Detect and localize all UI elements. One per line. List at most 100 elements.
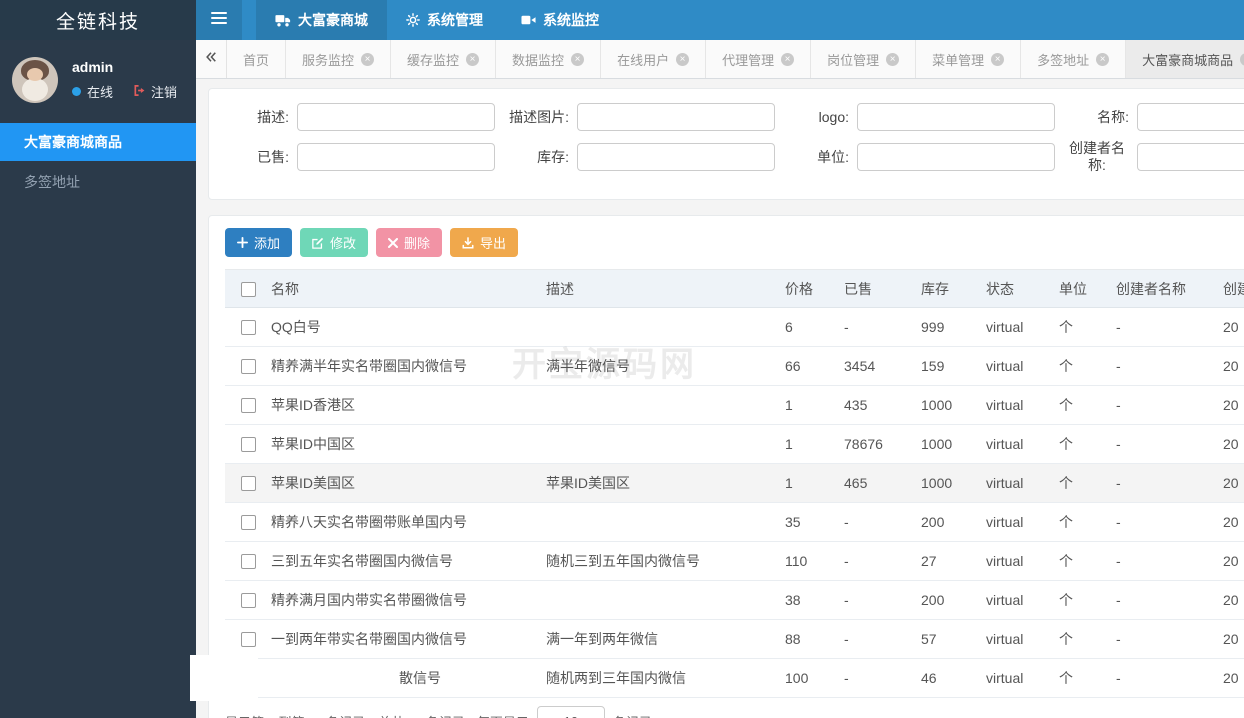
close-icon[interactable]: ×	[361, 52, 375, 66]
field-label: logo:	[818, 108, 849, 125]
table-panel: 添加修改删除导出 名称描述价格已售库存状态单位创建者名称创建时间 QQ白号6-9…	[208, 215, 1244, 718]
tab-item[interactable]: 首页	[227, 40, 287, 78]
column-header: 名称	[271, 269, 546, 308]
tab-item[interactable]: 多签地址 ×	[1021, 40, 1127, 78]
page-size-select[interactable]: 10	[536, 706, 605, 718]
row-checkbox[interactable]	[240, 320, 256, 336]
tab-label: 在线用户	[617, 52, 670, 68]
sidebar-item-multisig-address[interactable]: 多签地址	[0, 163, 196, 201]
row-checkbox[interactable]	[240, 476, 256, 492]
close-icon[interactable]: ×	[991, 52, 1005, 66]
delete-button[interactable]: 删除	[376, 228, 443, 257]
tab-label: 代理管理	[722, 52, 775, 68]
cell-unit: 个	[1059, 346, 1116, 386]
tab-item[interactable]: 缓存监控 ×	[391, 40, 497, 78]
table-row[interactable]: 三到五年实名带圈国内微信号 随机三到五年国内微信号 110-27 virtual 个 -2…	[225, 541, 1244, 581]
logout-button[interactable]: 注销	[133, 82, 177, 101]
tab-label: 首页	[243, 52, 270, 68]
search-input[interactable]	[1137, 143, 1244, 171]
close-icon[interactable]: ×	[571, 52, 585, 66]
search-input[interactable]	[1137, 103, 1244, 131]
search-input[interactable]	[577, 103, 775, 131]
cell-name: 精养满月国内带实名带圈微信号	[271, 580, 546, 620]
page-size-suffix: 条记录	[613, 712, 652, 718]
add-button[interactable]: 添加	[225, 228, 293, 257]
cell-stock: 999	[921, 307, 986, 347]
cell-name: 精养满半年实名带圈国内微信号	[271, 346, 546, 386]
search-input[interactable]	[297, 143, 495, 171]
row-checkbox[interactable]	[240, 398, 256, 414]
logout-label: 注销	[151, 85, 178, 100]
tab-item[interactable]: 在线用户 ×	[601, 40, 707, 78]
table-row[interactable]: 精养满半年实名带圈国内微信号 满半年微信号 66 3454 159 virtual 个 -20	[225, 346, 1244, 386]
column-header: 单位	[1059, 269, 1116, 308]
tab-label: 缓存监控	[407, 52, 460, 68]
cell-status: virtual	[986, 307, 1059, 347]
tab-item[interactable]: 代理管理 ×	[706, 40, 812, 78]
close-icon[interactable]: ×	[466, 52, 480, 66]
field-label: 单位:	[817, 148, 849, 165]
edit-button[interactable]: 修改	[300, 228, 369, 257]
table-row[interactable]: QQ白号 6-999 virtual 个 -20	[225, 307, 1244, 347]
cell-stock: 27	[921, 541, 986, 581]
tab-label: 菜单管理	[932, 52, 985, 68]
sidebar-item-shop-products[interactable]: 大富豪商城商品	[0, 123, 196, 161]
search-input[interactable]	[577, 143, 775, 171]
select-all-checkbox[interactable]	[240, 281, 256, 297]
column-header: 价格	[785, 269, 844, 308]
logout-icon	[133, 84, 146, 100]
cell-status: virtual	[986, 424, 1059, 464]
table-row[interactable]: 散信号 随机两到三年国内微信 100-46 virtual 个 -20	[225, 658, 1244, 698]
search-input[interactable]	[857, 143, 1055, 171]
cell-unit: 个	[1059, 463, 1116, 503]
cell-sold: 465	[844, 463, 921, 503]
tab-item[interactable]: 岗位管理 ×	[811, 40, 917, 78]
cell-stock: 46	[921, 658, 986, 698]
tab-item[interactable]: 大富豪商城商品 ×	[1126, 40, 1244, 78]
table-row[interactable]: 苹果ID中国区 1 78676 1000 virtual 个 -20	[225, 424, 1244, 464]
tab-item[interactable]: 菜单管理 ×	[916, 40, 1022, 78]
topbar-nav-item[interactable]: 大富豪商城	[256, 0, 387, 40]
table-row[interactable]: 苹果ID香港区 1 435 1000 virtual 个 -20	[225, 385, 1244, 425]
avatar[interactable]	[12, 57, 58, 103]
row-checkbox[interactable]	[240, 593, 256, 609]
close-icon[interactable]: ×	[886, 52, 900, 66]
cell-desc	[546, 502, 785, 542]
close-icon[interactable]: ×	[781, 52, 795, 66]
close-icon[interactable]: ×	[1240, 52, 1244, 66]
cell-price: 1	[785, 385, 844, 425]
sidebar-toggle-button[interactable]	[196, 0, 242, 40]
table-row[interactable]: 精养八天实名带圈带账单国内号 35-200 virtual 个 -20	[225, 502, 1244, 542]
tab-label: 岗位管理	[827, 52, 880, 68]
cell-creator: -	[1116, 307, 1223, 347]
row-checkbox[interactable]	[240, 359, 256, 375]
cell-name: 散信号	[271, 658, 546, 698]
tab-item[interactable]: 数据监控 ×	[496, 40, 602, 78]
cell-name: 苹果ID香港区	[271, 385, 546, 425]
search-input[interactable]	[857, 103, 1055, 131]
cell-stock: 1000	[921, 424, 986, 464]
row-checkbox[interactable]	[240, 632, 256, 648]
cell-unit: 个	[1059, 307, 1116, 347]
topbar-nav-item[interactable]: 系统管理	[387, 0, 502, 40]
search-input[interactable]	[297, 103, 495, 131]
cell-sold: 78676	[844, 424, 921, 464]
cell-price: 1	[785, 424, 844, 464]
export-button[interactable]: 导出	[450, 228, 519, 257]
tab-item[interactable]: 服务监控 ×	[286, 40, 392, 78]
row-checkbox[interactable]	[240, 515, 256, 531]
field-label: 描述:	[257, 108, 289, 125]
close-icon[interactable]: ×	[676, 52, 690, 66]
row-checkbox[interactable]	[240, 437, 256, 453]
brand-logo[interactable]: 全链科技	[0, 0, 196, 40]
cell-created: 20	[1223, 541, 1244, 581]
table-row[interactable]: 一到两年带实名带圈国内微信号 满一年到两年微信 88-57 virtual 个 -20	[225, 619, 1244, 659]
topbar-nav: 大富豪商城 系统管理 系统监控	[256, 0, 618, 40]
close-icon[interactable]: ×	[1096, 52, 1110, 66]
table-row[interactable]: 苹果ID美国区 苹果ID美国区 1 465 1000 virtual 个 -20	[225, 463, 1244, 503]
pagination-info: 显示第 1 到第 10 条记录，总共 15 条记录	[225, 712, 465, 718]
collapse-tabs-button[interactable]	[196, 40, 227, 78]
table-row[interactable]: 精养满月国内带实名带圈微信号 38-200 virtual 个 -20	[225, 580, 1244, 620]
topbar-nav-item[interactable]: 系统监控	[502, 0, 618, 40]
row-checkbox[interactable]	[240, 554, 256, 570]
